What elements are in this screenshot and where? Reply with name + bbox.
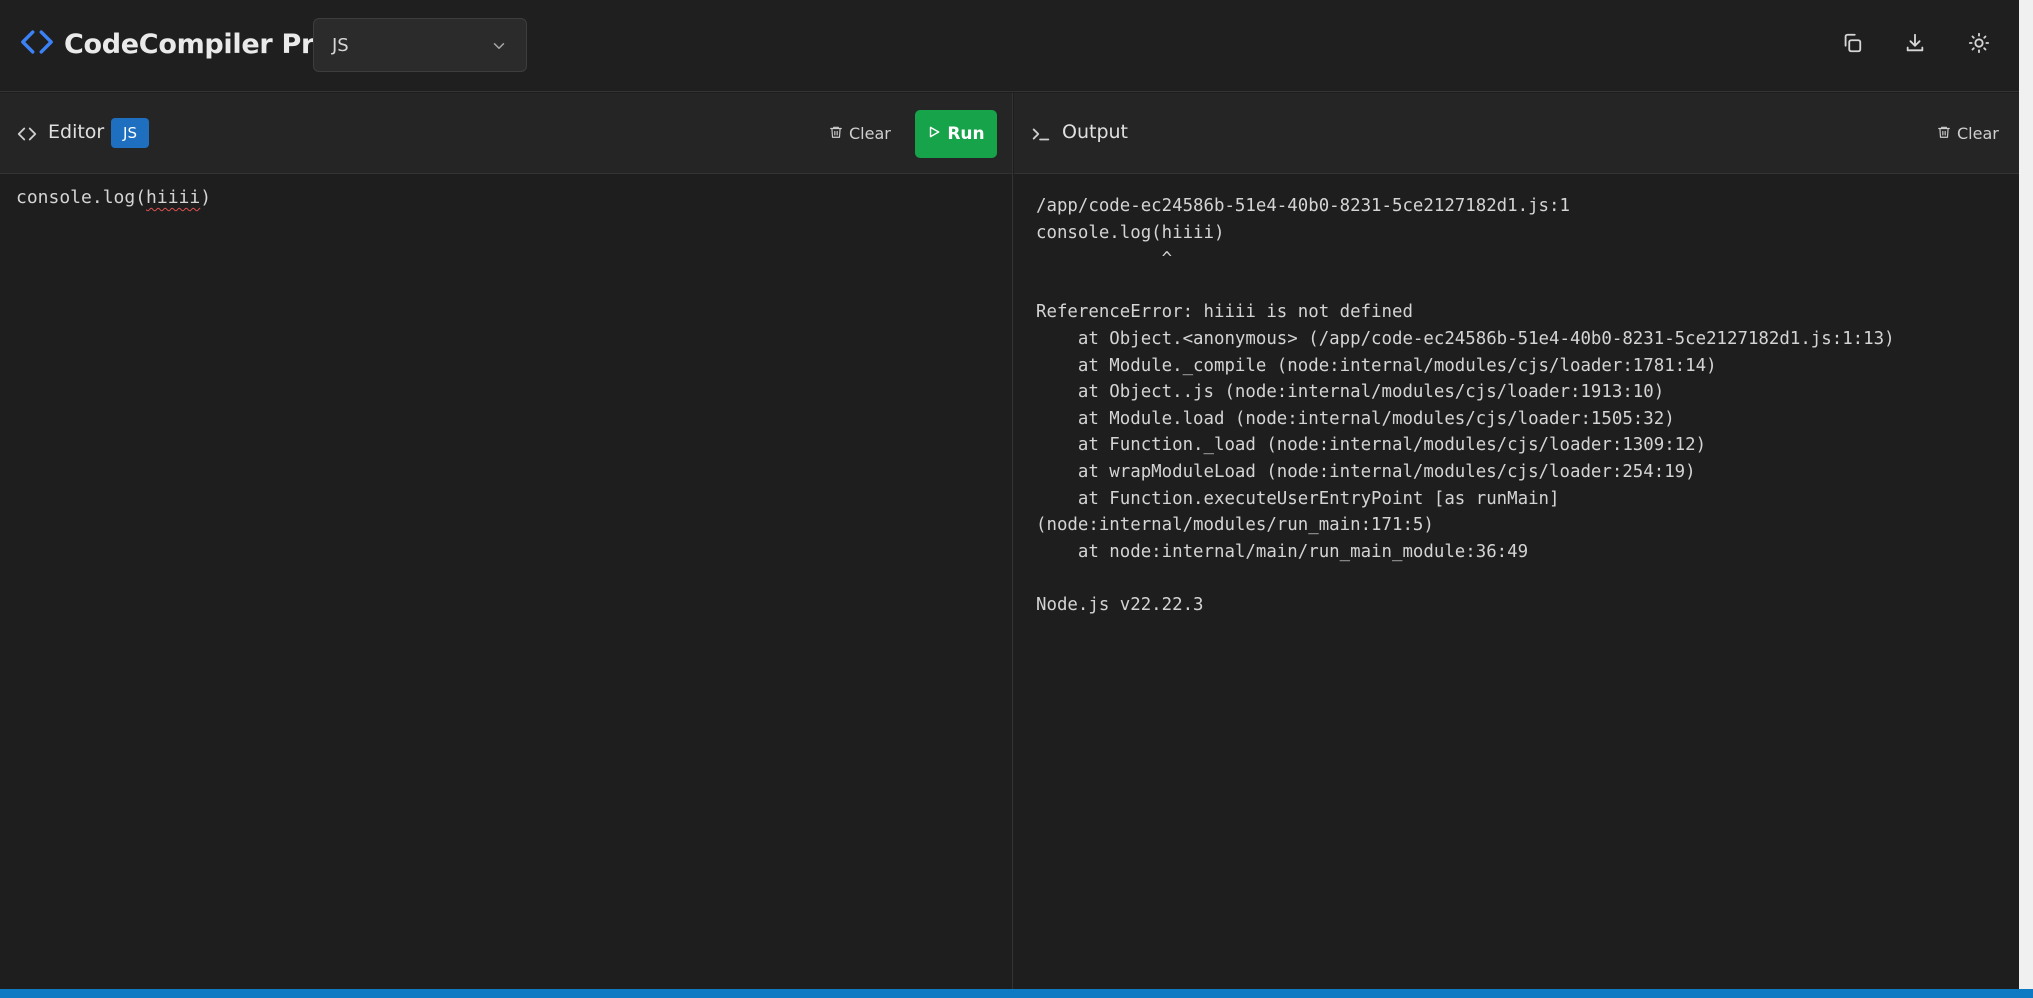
sun-icon bbox=[1968, 32, 1990, 58]
code-error-token: hiiii bbox=[146, 187, 201, 208]
output-header: Output Clear bbox=[1014, 93, 2019, 174]
terminal-icon bbox=[1030, 123, 1052, 145]
output-pane: Output Clear /app/code-ec24586b-51e4-40b… bbox=[1014, 93, 2019, 989]
copy-icon bbox=[1841, 32, 1863, 58]
run-button[interactable]: Run bbox=[915, 110, 997, 158]
language-select-value: JS bbox=[332, 35, 349, 56]
editor-title: Editor bbox=[48, 121, 105, 143]
language-select[interactable]: JS bbox=[313, 18, 527, 72]
app-title: CodeCompiler Pro bbox=[64, 28, 333, 60]
editor-clear-button[interactable]: Clear bbox=[829, 118, 891, 148]
code-prefix: console.log( bbox=[16, 187, 147, 208]
output-clear-button[interactable]: Clear bbox=[1937, 118, 1999, 148]
theme-toggle-button[interactable] bbox=[1964, 30, 1994, 60]
trash-icon bbox=[829, 124, 849, 143]
code-brackets-icon bbox=[20, 25, 54, 63]
play-icon bbox=[927, 124, 947, 144]
code-editor[interactable]: console.log(hiiii) bbox=[0, 175, 1012, 989]
run-label: Run bbox=[947, 124, 985, 144]
trash-icon bbox=[1937, 124, 1957, 143]
editor-clear-label: Clear bbox=[849, 123, 891, 143]
chevron-down-icon bbox=[490, 37, 508, 55]
language-badge: JS bbox=[111, 118, 149, 148]
code-suffix: ) bbox=[200, 187, 212, 208]
code-brackets-icon bbox=[16, 123, 38, 145]
top-bar: CodeCompiler Pro JS bbox=[0, 0, 2033, 92]
brand[interactable]: CodeCompiler Pro bbox=[20, 25, 333, 63]
output-clear-label: Clear bbox=[1957, 123, 1999, 143]
editor-header: Editor JS Clear Run bbox=[0, 93, 1012, 174]
output-text: /app/code-ec24586b-51e4-40b0-8231-5ce212… bbox=[1036, 196, 1895, 615]
output-title: Output bbox=[1062, 121, 1128, 143]
download-button[interactable] bbox=[1900, 30, 1930, 60]
status-bar bbox=[0, 989, 2033, 998]
editor-pane: Editor JS Clear Run console.log(hiiii) bbox=[0, 93, 1013, 989]
output-console: /app/code-ec24586b-51e4-40b0-8231-5ce212… bbox=[1014, 175, 2019, 989]
page-scrollbar[interactable] bbox=[2019, 0, 2033, 989]
copy-button[interactable] bbox=[1837, 30, 1867, 60]
code-line: console.log(hiiii) bbox=[16, 185, 211, 211]
download-icon bbox=[1904, 32, 1926, 58]
